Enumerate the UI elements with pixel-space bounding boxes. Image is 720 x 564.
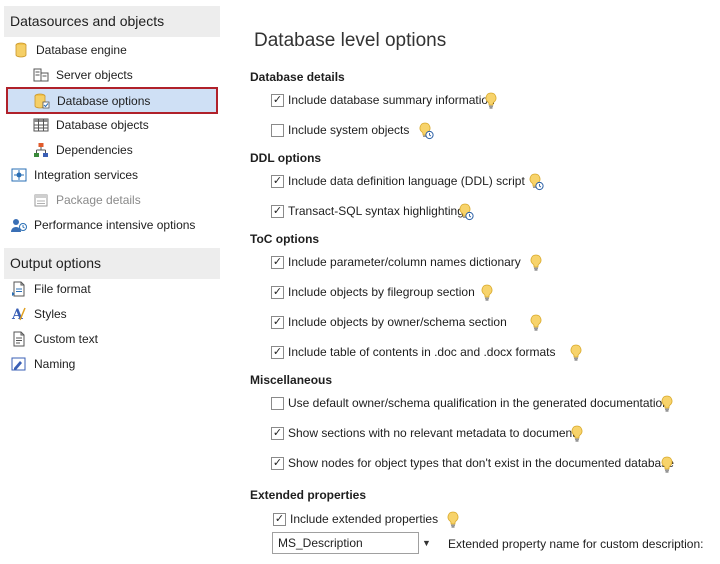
section-ddl-options: DDL options [250, 151, 322, 165]
database-options-icon [33, 92, 51, 110]
sidebar-item-naming[interactable]: Naming [10, 352, 75, 376]
lightbulb-icon[interactable] [529, 254, 543, 272]
option-label: Include objects by owner/schema section [288, 315, 507, 329]
sidebar-item-database-engine[interactable]: Database engine [12, 38, 127, 62]
option-include-database-summary[interactable]: ✓ Include database summary information [271, 91, 495, 109]
checkbox[interactable]: ✓ [271, 255, 284, 269]
option-label: Show nodes for object types that don't e… [288, 456, 674, 470]
sidebar-item-label: Database engine [36, 43, 127, 57]
option-label: Include objects by filegroup section [288, 285, 475, 299]
sidebar-item-label: Package details [56, 193, 141, 207]
sidebar-item-database-objects[interactable]: Database objects [32, 113, 149, 137]
checkbox[interactable] [271, 123, 284, 137]
sidebar-item-label: Database options [57, 93, 151, 108]
integration-services-icon [10, 166, 28, 184]
lightbulb-icon[interactable] [569, 344, 583, 362]
sidebar-item-styles[interactable]: A Styles [10, 302, 67, 326]
lightbulb-icon[interactable] [480, 284, 494, 302]
checkbox[interactable]: ✓ [273, 512, 286, 526]
option-label: Include parameter/column names dictionar… [288, 255, 521, 269]
option-label: Show sections with no relevant metadata … [288, 426, 576, 440]
sidebar-item-label: Server objects [56, 68, 133, 82]
checkbox[interactable]: ✓ [271, 285, 284, 299]
custom-text-icon [10, 330, 28, 348]
sidebar-item-label: Dependencies [56, 143, 133, 157]
checkbox[interactable] [271, 396, 284, 410]
checkbox[interactable]: ✓ [271, 426, 284, 440]
option-label: Include system objects [288, 123, 410, 137]
checkbox[interactable]: ✓ [271, 174, 284, 188]
lightbulb-clock-icon[interactable] [418, 122, 434, 140]
option-tsql-syntax-highlighting[interactable]: ✓ Transact-SQL syntax highlighting [271, 202, 464, 220]
section-miscellaneous: Miscellaneous [250, 373, 333, 387]
sidebar-item-label: Custom text [34, 332, 99, 346]
option-label: Include table of contents in .doc and .d… [288, 345, 556, 359]
lightbulb-clock-icon[interactable] [528, 173, 544, 191]
checkbox[interactable]: ✓ [271, 456, 284, 470]
options-panel: Database level options Database details … [222, 0, 720, 564]
sidebar-item-label: Performance intensive options [34, 218, 196, 232]
checkbox[interactable]: ✓ [271, 345, 284, 359]
section-header-datasources: Datasources and objects [4, 6, 220, 37]
package-icon [32, 191, 50, 209]
sidebar-item-package-details[interactable]: Package details [32, 188, 141, 212]
sidebar-item-label: Integration services [34, 168, 139, 182]
option-include-ddl-script[interactable]: ✓ Include data definition language (DDL)… [271, 172, 525, 190]
sidebar-item-file-format[interactable]: File format [10, 277, 91, 301]
section-toc-options: ToC options [250, 232, 320, 246]
sidebar-item-label: Styles [34, 307, 67, 321]
sidebar-item-dependencies[interactable]: Dependencies [32, 138, 133, 162]
option-label: Use default owner/schema qualification i… [288, 396, 669, 410]
sidebar-item-label: Naming [34, 357, 76, 371]
chevron-down-icon[interactable]: ▼ [422, 538, 431, 548]
sidebar-item-label: Database objects [56, 118, 149, 132]
dependencies-icon [32, 141, 50, 159]
option-include-parameter-dictionary[interactable]: ✓ Include parameter/column names diction… [271, 253, 521, 271]
file-format-icon [10, 280, 28, 298]
sidebar-item-label: File format [34, 282, 91, 296]
lightbulb-icon[interactable] [446, 511, 460, 529]
option-include-extended-properties[interactable]: ✓ Include extended properties [273, 510, 438, 528]
lightbulb-icon[interactable] [529, 314, 543, 332]
option-show-sections-no-metadata[interactable]: ✓ Show sections with no relevant metadat… [271, 424, 576, 442]
sidebar-item-integration-services[interactable]: Integration services [10, 163, 138, 187]
styles-icon: A [10, 305, 28, 323]
sidebar-item-custom-text[interactable]: Custom text [10, 327, 98, 351]
sidebar-item-server-objects[interactable]: Server objects [32, 63, 133, 87]
section-database-details: Database details [250, 70, 345, 84]
lightbulb-clock-icon[interactable] [458, 203, 474, 221]
server-objects-icon [32, 66, 50, 84]
option-include-table-of-contents[interactable]: ✓ Include table of contents in .doc and … [271, 343, 556, 361]
naming-icon [10, 355, 28, 373]
lightbulb-icon[interactable] [570, 425, 584, 443]
option-label: Include data definition language (DDL) s… [288, 174, 525, 188]
option-include-objects-by-owner[interactable]: ✓ Include objects by owner/schema sectio… [271, 313, 507, 331]
sidebar: Datasources and objects Database engine … [0, 0, 222, 564]
option-include-objects-by-filegroup[interactable]: ✓ Include objects by filegroup section [271, 283, 475, 301]
lightbulb-icon[interactable] [484, 92, 498, 110]
database-icon [12, 41, 30, 59]
option-show-nodes-missing-types[interactable]: ✓ Show nodes for object types that don't… [271, 454, 674, 472]
sidebar-item-performance[interactable]: Performance intensive options [10, 213, 195, 237]
checkbox[interactable]: ✓ [271, 93, 284, 107]
table-grid-icon [32, 116, 50, 134]
extended-property-select[interactable]: MS_Description [272, 532, 419, 554]
extended-property-label: Extended property name for custom descri… [448, 537, 704, 551]
option-label: Transact-SQL syntax highlighting [288, 204, 464, 218]
option-include-system-objects[interactable]: Include system objects [271, 121, 409, 139]
option-label: Include extended properties [290, 512, 439, 526]
lightbulb-icon[interactable] [660, 456, 674, 474]
performance-icon [10, 216, 28, 234]
option-label: Include database summary information [288, 93, 495, 107]
checkbox[interactable]: ✓ [271, 204, 284, 218]
section-extended-properties: Extended properties [250, 488, 367, 502]
checkbox[interactable]: ✓ [271, 315, 284, 329]
lightbulb-icon[interactable] [660, 395, 674, 413]
section-header-output: Output options [4, 248, 220, 279]
page-title: Database level options [254, 30, 447, 51]
option-default-owner-qualification[interactable]: Use default owner/schema qualification i… [271, 394, 669, 412]
sidebar-item-database-options[interactable]: Database options [6, 87, 218, 114]
